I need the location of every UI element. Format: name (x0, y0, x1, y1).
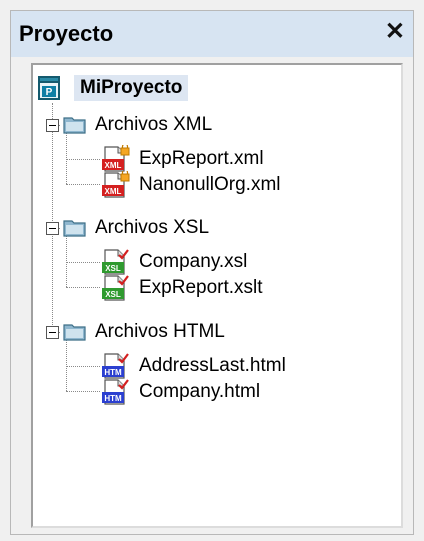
tree-root-label: MiProyecto (74, 75, 189, 101)
file-badge: XML (105, 187, 122, 196)
html-file-icon: HTM (102, 379, 129, 405)
folder-label: Archivos XSL (95, 217, 210, 238)
tree-line (52, 103, 53, 333)
tree-folder-xml[interactable]: Archivos XML (63, 111, 212, 139)
tree-folder-html[interactable]: Archivos HTML (63, 318, 225, 346)
tree-line (66, 184, 100, 185)
file-label: NanonullOrg.xml (139, 174, 281, 195)
xsl-file-icon: XSL (102, 249, 129, 275)
folder-label: Archivos HTML (95, 321, 225, 342)
tree-file-item[interactable]: HTM Company.html (101, 378, 260, 406)
file-label: AddressLast.html (139, 355, 286, 376)
tree-file-item[interactable]: XSL ExpReport.xslt (101, 274, 263, 302)
html-file-icon: HTM (102, 353, 129, 379)
tree-line (66, 262, 100, 263)
file-badge: HTM (104, 368, 122, 377)
tree-line (66, 159, 100, 160)
close-icon[interactable]: ✕ (385, 20, 405, 44)
tree-file-item[interactable]: HTM AddressLast.html (101, 352, 286, 380)
tree-line (66, 287, 100, 288)
tree-line (66, 366, 100, 367)
tree-line (66, 339, 67, 391)
file-badge: XSL (105, 290, 121, 299)
project-panel: Proyecto ✕ P MiProyecto Archivos XML XML… (10, 10, 414, 535)
tree-file-item[interactable]: XML ExpReport.xml (101, 145, 264, 173)
file-label: ExpReport.xslt (139, 277, 263, 298)
tree-line (66, 132, 67, 184)
project-icon: P (38, 76, 60, 100)
tree-root-node[interactable]: P MiProyecto (36, 74, 189, 102)
panel-titlebar: Proyecto ✕ (11, 11, 413, 57)
tree-file-item[interactable]: XML NanonullOrg.xml (101, 171, 281, 199)
file-label: Company.xsl (139, 251, 248, 272)
tree-line (66, 391, 100, 392)
collapse-toggle[interactable] (46, 326, 59, 339)
folder-icon (63, 117, 86, 134)
file-label: Company.html (139, 381, 261, 402)
xml-file-icon: XML (102, 171, 130, 198)
folder-label: Archivos XML (95, 114, 213, 135)
panel-title: Proyecto (19, 21, 114, 46)
tree-folder-xsl[interactable]: Archivos XSL (63, 214, 209, 242)
xsl-file-icon: XSL (102, 275, 129, 301)
folder-icon (63, 220, 86, 237)
project-tree[interactable]: P MiProyecto Archivos XML XML ExpReport.… (31, 63, 403, 528)
svg-text:P: P (46, 87, 53, 98)
file-label: ExpReport.xml (139, 148, 264, 169)
tree-line (66, 235, 67, 287)
file-badge: HTM (104, 394, 122, 403)
collapse-toggle[interactable] (46, 119, 59, 132)
tree-file-item[interactable]: XSL Company.xsl (101, 248, 247, 276)
file-badge: XML (105, 161, 122, 170)
collapse-toggle[interactable] (46, 222, 59, 235)
file-badge: XSL (105, 264, 121, 273)
xml-file-icon: XML (102, 145, 130, 172)
folder-icon (63, 324, 86, 341)
